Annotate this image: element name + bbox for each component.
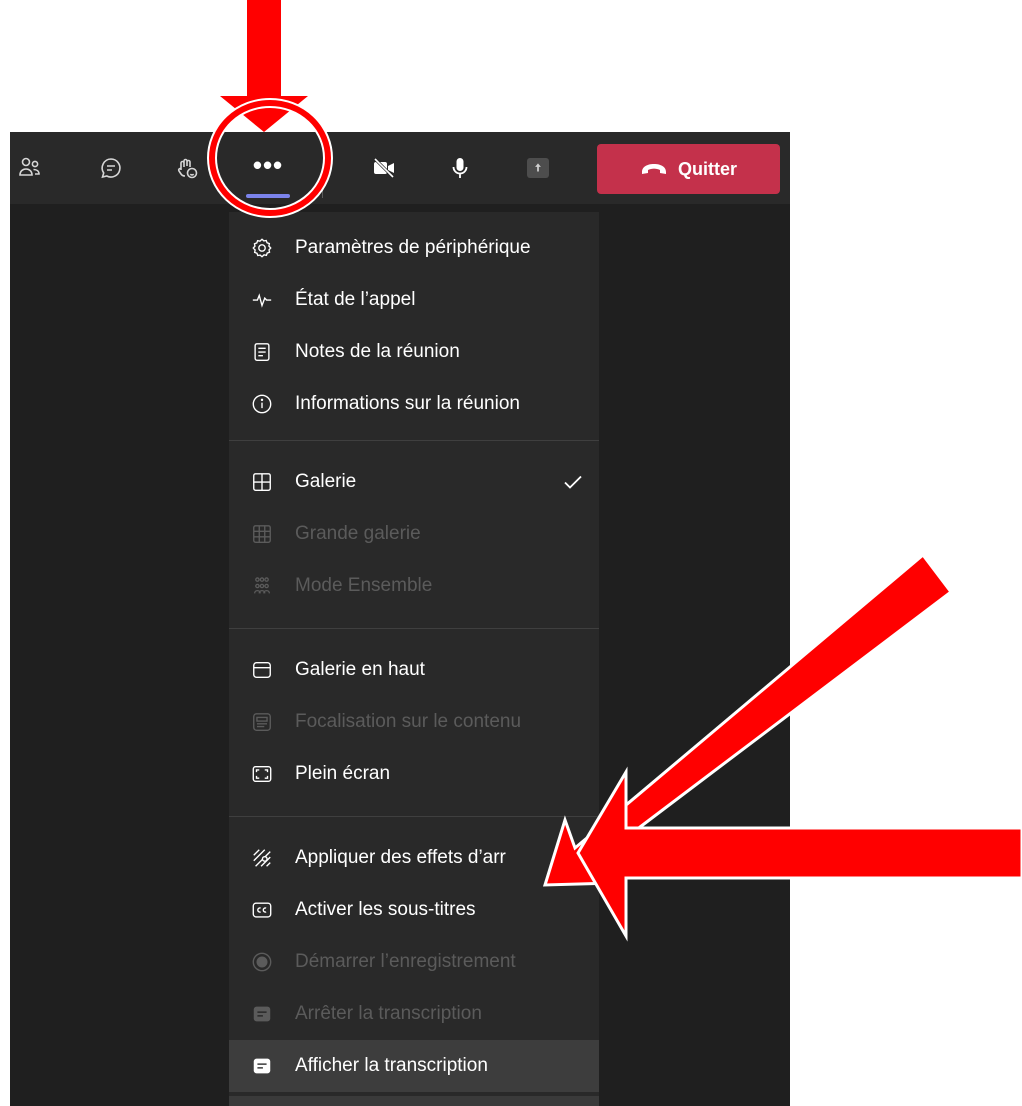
menu-item-label: Notes de la réunion [295, 341, 460, 362]
checkmark-icon [564, 475, 582, 489]
menu-item-gallery[interactable]: Galerie [229, 456, 599, 508]
toolbar-divider [322, 180, 323, 198]
menu-item-label: Informations sur la réunion [295, 393, 520, 414]
menu-item-together-mode: Mode Ensemble [229, 560, 599, 612]
share-tray-button[interactable] [518, 148, 558, 188]
menu-item-label: Plein écran [295, 763, 391, 784]
gear-icon [251, 237, 273, 259]
camera-button[interactable] [364, 148, 404, 188]
chat-button[interactable] [91, 148, 131, 188]
menu-group-device: Paramètres de périphérique État de l’app… [229, 212, 599, 441]
menu-item-label: Démarrer l’enregistrement [295, 951, 516, 972]
reactions-icon [177, 158, 198, 179]
menu-item-label: Activer les sous-titres [295, 899, 476, 920]
content-focus-icon [251, 711, 273, 733]
microphone-icon [452, 158, 468, 178]
menu-item-content-focus: Focalisation sur le contenu [229, 696, 599, 748]
menu-item-label: Grande galerie [295, 523, 421, 544]
background-effects-icon [251, 847, 273, 869]
menu-group-actions: Appliquer des effets d’arr Activer les s… [229, 817, 599, 1092]
gallery-top-icon [251, 659, 273, 681]
info-icon [251, 393, 273, 415]
menu-item-label: Focalisation sur le contenu [295, 711, 522, 732]
more-options-menu: Paramètres de périphérique État de l’app… [229, 212, 599, 1106]
people-button[interactable] [10, 148, 50, 188]
reactions-button[interactable] [167, 148, 207, 188]
menu-item-label: État de l’appel [295, 289, 416, 310]
menu-item-captions[interactable]: Activer les sous-titres [229, 884, 599, 936]
active-indicator [246, 194, 290, 198]
menu-item-label: Paramètres de périphérique [295, 237, 531, 258]
menu-item-label: Mode Ensemble [295, 575, 433, 596]
menu-item-meeting-info[interactable]: Informations sur la réunion [229, 378, 599, 430]
menu-item-stop-transcription: Arrêter la transcription [229, 988, 599, 1040]
transcript-icon [251, 1055, 273, 1077]
menu-group-layout: Galerie Grande galerie Mode Ensemble [229, 441, 599, 629]
menu-item-background-effects[interactable]: Appliquer des effets d’arr [229, 832, 599, 884]
notes-icon [251, 341, 273, 363]
share-tray-icon [527, 158, 549, 178]
camera-off-icon [373, 157, 395, 179]
record-icon [251, 951, 273, 973]
transcript-icon [251, 1003, 273, 1025]
gallery-icon [251, 471, 273, 493]
menu-item-meeting-notes[interactable]: Notes de la réunion [229, 326, 599, 378]
menu-item-gallery-top[interactable]: Galerie en haut [229, 644, 599, 696]
menu-item-label: Galerie en haut [295, 659, 425, 680]
menu-item-label: Galerie [295, 471, 357, 492]
closed-captions-icon [251, 899, 273, 921]
leave-button[interactable]: Quitter [597, 144, 780, 194]
heartbeat-icon [251, 289, 273, 311]
fullscreen-icon [251, 763, 273, 785]
down-arrow-annotation [220, 0, 308, 132]
leave-button-label: Quitter [677, 158, 737, 179]
more-options-icon: ••• [252, 150, 284, 180]
meeting-toolbar: ••• Quitter [10, 132, 790, 204]
menu-item-show-transcript[interactable]: Afficher la transcription [229, 1040, 599, 1092]
menu-item-start-recording: Démarrer l’enregistrement [229, 936, 599, 988]
menu-group-view: Galerie en haut Focalisation sur le cont… [229, 629, 599, 817]
menu-item-call-health[interactable]: État de l’appel [229, 274, 599, 326]
menu-item-fullscreen[interactable]: Plein écran [229, 748, 599, 800]
menu-bottom-edge [229, 1096, 599, 1106]
menu-item-large-gallery: Grande galerie [229, 508, 599, 560]
more-options-button[interactable]: ••• [248, 148, 288, 188]
hang-up-icon [641, 164, 666, 174]
people-icon [19, 157, 40, 176]
menu-item-device-settings[interactable]: Paramètres de périphérique [229, 222, 599, 274]
large-gallery-icon [251, 523, 273, 545]
microphone-button[interactable] [440, 148, 480, 188]
menu-item-label: Appliquer des effets d’arr [295, 847, 506, 868]
menu-item-label: Arrêter la transcription [295, 1003, 482, 1024]
chat-icon [101, 158, 121, 179]
menu-item-label: Afficher la transcription [295, 1055, 488, 1076]
together-mode-icon [251, 575, 273, 597]
